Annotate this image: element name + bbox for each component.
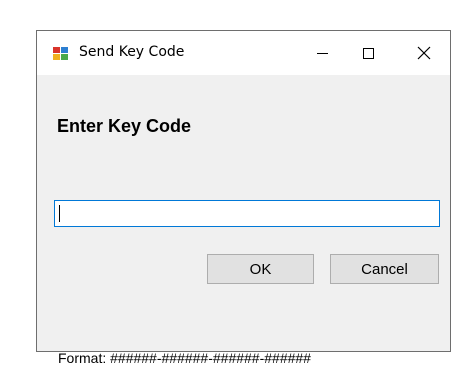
title-bar[interactable]: Send Key Code [37, 31, 450, 75]
minimize-button[interactable] [299, 31, 345, 75]
format-hint: Format: ######-######-######-###### [58, 350, 311, 366]
key-code-input[interactable] [54, 200, 440, 227]
text-caret [59, 205, 60, 222]
minimize-icon [316, 52, 328, 54]
close-icon [417, 46, 431, 60]
ok-button[interactable]: OK [207, 254, 314, 284]
send-key-code-dialog: Send Key Code Enter Key Code OK Cancel F… [36, 30, 451, 366]
maximize-icon [362, 47, 374, 59]
close-button[interactable] [401, 31, 447, 75]
window-title: Send Key Code [79, 44, 185, 60]
maximize-button[interactable] [345, 31, 391, 75]
dialog-content: Enter Key Code OK Cancel Format: ######-… [37, 75, 450, 366]
cancel-button[interactable]: Cancel [330, 254, 439, 284]
enter-key-code-heading: Enter Key Code [57, 116, 192, 136]
app-window-icon [53, 47, 69, 61]
